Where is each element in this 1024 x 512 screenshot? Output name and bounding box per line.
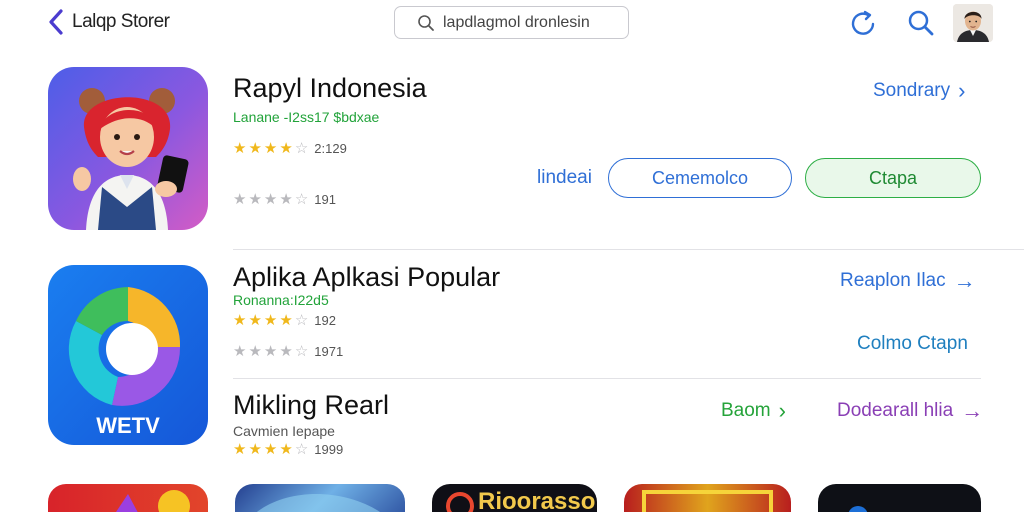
- star-icon: ★: [263, 312, 278, 329]
- star-icon: ☆: [294, 441, 309, 458]
- divider: [233, 249, 1024, 250]
- star-icon: ★: [248, 140, 262, 157]
- search-icon[interactable]: [906, 8, 936, 38]
- app-icon-wetv[interactable]: WETV: [48, 265, 208, 445]
- star-icon: ★: [279, 312, 293, 329]
- back-label: Lalqp Storer: [72, 11, 170, 32]
- rating-value: 191: [314, 192, 336, 207]
- star-icon: ★: [279, 343, 293, 360]
- star-icon: ★: [248, 441, 262, 458]
- link-label: Sondrary: [873, 80, 951, 101]
- rating-row: ★ ★ ★ ★ ☆ 2:129: [233, 141, 347, 156]
- divider: [233, 378, 981, 379]
- game-art-icon: [116, 490, 190, 512]
- app-icon-game-1[interactable]: [48, 484, 208, 512]
- rating-value: 192: [314, 313, 336, 328]
- star-icon: ★: [263, 441, 278, 458]
- app-title: Aplika Aplkasi Popular: [233, 262, 501, 292]
- button-label: Cememolco: [651, 167, 749, 188]
- secondary-link[interactable]: Colmo Ctapn: [857, 333, 968, 355]
- app-icon-game-4[interactable]: [624, 484, 791, 512]
- app-icon-text: WETV: [96, 413, 160, 438]
- star-icon: ★: [233, 140, 247, 157]
- app-title: Rapyl Indonesia: [233, 73, 427, 103]
- link-label: Baom: [721, 400, 771, 421]
- chevron-right-icon: ›: [778, 398, 786, 423]
- star-icon: ★: [279, 191, 293, 208]
- rating-row: ★ ★ ★ ★ ☆ 192: [233, 313, 336, 328]
- app-subtitle: Lanane -I2ss17 $bdxae: [233, 109, 380, 125]
- action-link[interactable]: Baom ›: [721, 400, 786, 422]
- refresh-icon[interactable]: [848, 8, 878, 38]
- rating-row: ★ ★ ★ ★ ☆ 1971: [233, 344, 343, 359]
- app-subtitle: Cavmien Iepape: [233, 423, 335, 439]
- rating-row: ★ ★ ★ ★ ☆ 1999: [233, 442, 343, 457]
- search-icon: [418, 14, 434, 31]
- star-icon: ★: [248, 191, 262, 208]
- search-bar[interactable]: [394, 6, 629, 39]
- app-icon-game-3[interactable]: Rioorasso: [432, 484, 597, 512]
- rating-value: 1999: [314, 442, 344, 457]
- dark-art-icon: [848, 506, 868, 512]
- app-icon-rapyl[interactable]: [48, 67, 208, 230]
- rating-value: 2:129: [314, 141, 347, 156]
- app-icon-game-2[interactable]: [235, 484, 405, 512]
- star-icon: ☆: [294, 191, 309, 208]
- app-title: Mikling Rearl: [233, 390, 390, 420]
- star-icon: ★: [248, 312, 262, 329]
- chevron-right-icon: ›: [958, 78, 966, 103]
- star-icon: ☆: [294, 140, 309, 157]
- top-bar: Lalqp Storer: [0, 0, 1024, 46]
- link-label: Colmo Ctapn: [857, 333, 968, 354]
- see-details-link[interactable]: Reaplon Ilac →: [840, 270, 976, 292]
- wetv-logo-icon: WETV: [48, 265, 208, 445]
- link-label: lindeai: [537, 167, 592, 188]
- star-icon: ★: [233, 312, 247, 329]
- star-icon: ★: [263, 140, 278, 157]
- user-photo-icon: [953, 4, 993, 42]
- ocean-art-icon: [257, 494, 380, 512]
- star-icon: ☆: [294, 343, 309, 360]
- arrow-right-icon: →: [953, 268, 976, 293]
- link-label: Reaplon Ilac: [840, 270, 946, 291]
- star-icon: ★: [233, 191, 247, 208]
- secondary-button[interactable]: Cememolco: [608, 158, 792, 198]
- link-label: Dodearall hlia: [837, 400, 954, 421]
- arrow-right-icon: →: [961, 398, 984, 423]
- star-icon: ★: [263, 191, 278, 208]
- see-details-link[interactable]: Sondrary ›: [873, 80, 965, 102]
- rating-row: ★ ★ ★ ★ ☆ 191: [233, 192, 336, 207]
- strip-app-label: Rioorasso: [478, 488, 596, 512]
- app-icon-game-5[interactable]: [818, 484, 981, 512]
- search-input[interactable]: [443, 13, 613, 32]
- star-icon: ★: [279, 140, 293, 157]
- label-link[interactable]: lindeai: [537, 167, 592, 189]
- star-icon: ★: [263, 343, 278, 360]
- back-button[interactable]: Lalqp Storer: [46, 8, 170, 36]
- ornament-art-icon: [642, 490, 773, 512]
- star-icon: ★: [233, 441, 247, 458]
- star-icon: ★: [279, 441, 293, 458]
- star-icon: ☆: [294, 312, 309, 329]
- button-label: Ctapa: [868, 167, 918, 188]
- cartoon-girl-icon: [48, 67, 208, 230]
- get-button[interactable]: Ctapa: [805, 158, 981, 198]
- star-icon: ★: [248, 343, 262, 360]
- download-link[interactable]: Dodearall hlia →: [837, 400, 983, 422]
- app-subtitle: Ronanna:I22d5: [233, 292, 329, 308]
- avatar[interactable]: [953, 4, 993, 42]
- star-icon: ★: [233, 343, 247, 360]
- rating-value: 1971: [314, 344, 344, 359]
- chevron-left-icon: [49, 9, 63, 35]
